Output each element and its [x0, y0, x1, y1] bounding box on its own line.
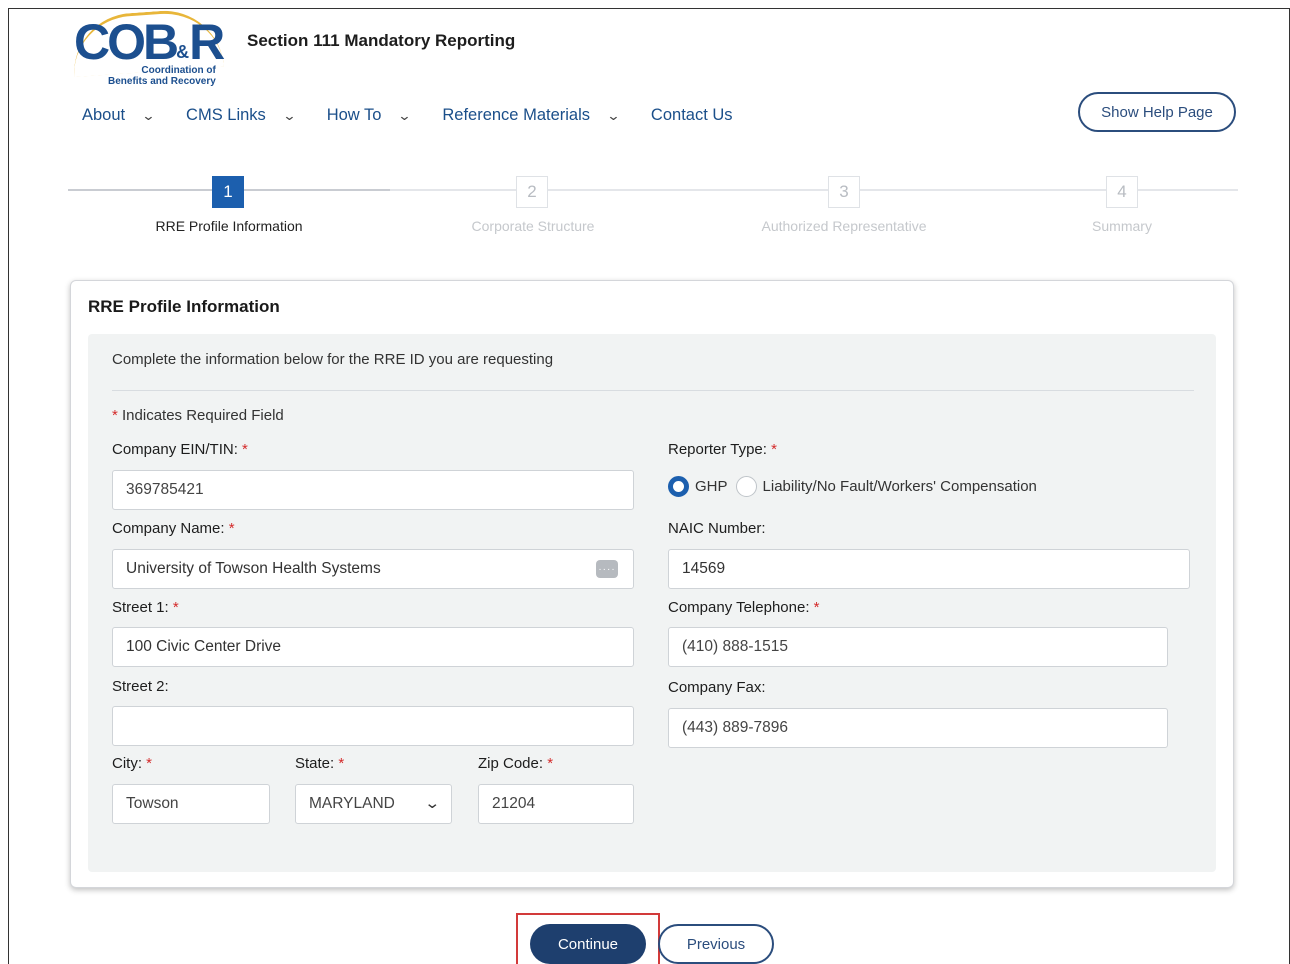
- naic-input[interactable]: 14569: [668, 549, 1190, 589]
- reporter-type-label: Reporter Type: *: [668, 441, 777, 458]
- nav-item-how-to[interactable]: How To ⌄: [327, 106, 443, 125]
- logo-cob: COB: [74, 14, 179, 70]
- previous-button[interactable]: Previous: [658, 924, 774, 964]
- ein-input[interactable]: 369785421: [112, 470, 634, 510]
- nav-label: CMS Links: [186, 106, 266, 124]
- logo-wordmark: COB&R: [74, 14, 225, 70]
- state-label-text: State:: [295, 755, 335, 772]
- street2-label: Street 2:: [112, 678, 169, 695]
- chevron-down-icon: ⌄: [606, 107, 621, 123]
- chevron-down-icon: ⌄: [141, 107, 156, 123]
- telephone-label: Company Telephone: *: [668, 599, 820, 616]
- state-select[interactable]: MARYLAND ⌄: [295, 784, 452, 824]
- nav-label: Reference Materials: [442, 106, 591, 124]
- cobr-logo: COB&R Coordination of Benefits and Recov…: [70, 6, 230, 90]
- continue-button[interactable]: Continue: [530, 924, 646, 964]
- nav-item-contact-us[interactable]: Contact Us: [651, 106, 733, 125]
- required-star: *: [112, 407, 118, 424]
- nav-label: How To: [326, 106, 382, 124]
- chevron-down-icon: ⌄: [397, 107, 412, 123]
- zip-label-text: Zip Code:: [478, 755, 544, 772]
- step-3-indicator: 3: [828, 176, 860, 208]
- more-options-icon[interactable]: ····: [596, 560, 618, 578]
- company-name-value: University of Towson Health Systems: [126, 560, 381, 577]
- zip-input[interactable]: 21204: [478, 784, 634, 824]
- street1-label-text: Street 1:: [112, 599, 169, 616]
- logo-subtitle: Coordination of Benefits and Recovery: [108, 65, 216, 87]
- required-star: *: [771, 441, 777, 458]
- site-title: Section 111 Mandatory Reporting: [247, 31, 516, 50]
- logo-ampersand: &: [176, 42, 190, 62]
- logo-sub-line1: Coordination of: [141, 65, 216, 76]
- nav-item-about[interactable]: About ⌄: [82, 106, 186, 125]
- required-star: *: [172, 599, 179, 616]
- step-4-indicator: 4: [1106, 176, 1138, 208]
- required-star: *: [228, 520, 235, 537]
- company-name-label-text: Company Name:: [112, 520, 225, 537]
- radio-liability[interactable]: [735, 476, 757, 497]
- fax-label: Company Fax:: [668, 679, 766, 696]
- required-star: *: [338, 755, 345, 772]
- state-value: MARYLAND: [309, 795, 395, 812]
- nav-label: About: [82, 106, 126, 124]
- form-intro: Complete the information below for the R…: [112, 351, 554, 368]
- main-nav: About ⌄ CMS Links ⌄ How To ⌄ Reference Mate…: [82, 106, 733, 125]
- reporter-type-label-text: Reporter Type:: [668, 441, 767, 458]
- city-label-text: City:: [112, 755, 142, 772]
- zip-label: Zip Code: *: [478, 755, 553, 772]
- street2-input[interactable]: [112, 706, 634, 746]
- radio-liability-label: Liability/No Fault/Workers' Compensation: [762, 478, 1037, 495]
- step-2-label: Corporate Structure: [471, 218, 595, 234]
- card-title: RRE Profile Information: [88, 297, 280, 316]
- nav-item-reference-materials[interactable]: Reference Materials ⌄: [442, 106, 651, 125]
- ein-label-text: Company EIN/TIN:: [112, 441, 238, 458]
- required-field-note: * Indicates Required Field: [112, 407, 284, 424]
- company-name-input[interactable]: University of Towson Health Systems ····: [112, 549, 634, 589]
- naic-label: NAIC Number:: [668, 520, 766, 537]
- telephone-input[interactable]: (410) 888-1515: [668, 627, 1168, 667]
- city-input[interactable]: Towson: [112, 784, 270, 824]
- chevron-down-icon: ⌄: [282, 107, 297, 123]
- reporter-type-group: GHP Liability/No Fault/Workers' Compensa…: [668, 476, 1045, 497]
- nav-label: Contact Us: [650, 106, 733, 124]
- step-1-label: RRE Profile Information: [155, 218, 303, 234]
- required-note-text: Indicates Required Field: [122, 407, 284, 424]
- logo-r: R: [189, 14, 225, 70]
- step-2-indicator: 2: [516, 176, 548, 208]
- logo-sub-line2: Benefits and Recovery: [108, 76, 216, 87]
- form-divider: [112, 390, 1194, 391]
- company-name-label: Company Name: *: [112, 520, 235, 537]
- required-star: *: [242, 441, 248, 458]
- step-3-label: Authorized Representative: [761, 218, 927, 234]
- radio-ghp[interactable]: [668, 476, 689, 497]
- telephone-label-text: Company Telephone:: [668, 599, 810, 616]
- street1-label: Street 1: *: [112, 599, 179, 616]
- state-label: State: *: [295, 755, 344, 772]
- radio-ghp-label: GHP: [695, 478, 728, 495]
- chevron-down-icon: ⌄: [424, 795, 441, 812]
- city-label: City: *: [112, 755, 152, 772]
- required-star: *: [813, 599, 820, 616]
- required-star: *: [547, 755, 554, 772]
- fax-input[interactable]: (443) 889-7896: [668, 708, 1168, 748]
- step-4-label: Summary: [1092, 218, 1152, 234]
- show-help-page-button[interactable]: Show Help Page: [1078, 92, 1236, 132]
- step-1-indicator: 1: [212, 176, 244, 208]
- nav-item-cms-links[interactable]: CMS Links ⌄: [186, 106, 327, 125]
- ein-label: Company EIN/TIN: *: [112, 441, 248, 458]
- street1-input[interactable]: 100 Civic Center Drive: [112, 627, 634, 667]
- required-star: *: [146, 755, 153, 772]
